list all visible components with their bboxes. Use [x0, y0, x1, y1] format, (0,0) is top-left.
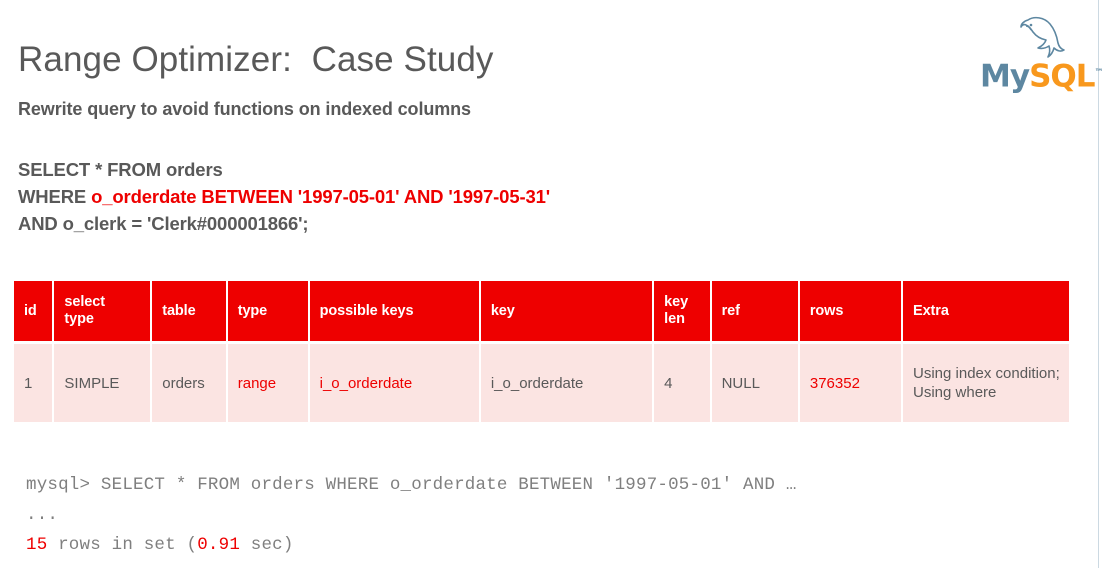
- column-header-rows: rows: [799, 281, 904, 341]
- sql-query-block: SELECT * FROM orders WHERE o_orderdate B…: [18, 156, 550, 237]
- page-subtitle: Rewrite query to avoid functions on inde…: [18, 99, 471, 119]
- page-title: Range Optimizer: Case Study: [18, 40, 494, 79]
- sql-line-2-prefix: WHERE: [18, 186, 92, 207]
- sql-line-1: SELECT * FROM orders: [18, 159, 223, 180]
- cell-key-len: 4: [654, 341, 712, 422]
- column-header-possible-keys: possible keys: [309, 281, 481, 341]
- column-header-key-len: key len: [654, 281, 712, 341]
- column-header-ref: ref: [711, 281, 800, 341]
- column-header-type: type: [227, 281, 310, 341]
- column-header-select-type: select type: [54, 281, 153, 341]
- terminal-result-suffix: sec): [240, 535, 294, 555]
- table-header-row: id select type table type possible keys …: [14, 281, 1069, 341]
- terminal-line-ellipsis: ...: [26, 505, 59, 525]
- dolphin-icon: [1020, 16, 1065, 58]
- cell-extra: Using index condition; Using where: [903, 341, 1069, 422]
- logo-trademark: ™: [1094, 68, 1104, 78]
- explain-output-table: id select type table type possible keys …: [14, 281, 1069, 422]
- column-header-extra: Extra: [903, 281, 1069, 341]
- cell-type: range: [227, 341, 310, 422]
- table-row: 1 SIMPLE orders range i_o_orderdate i_o_…: [14, 341, 1069, 422]
- cell-select-type: SIMPLE: [54, 341, 153, 422]
- mysql-logo: MySQL™: [980, 14, 1104, 93]
- terminal-elapsed-time: 0.91: [197, 535, 241, 555]
- sql-line-2-highlight: o_orderdate BETWEEN '1997-05-01' AND '19…: [91, 186, 550, 207]
- logo-text-sql: SQL: [1029, 58, 1095, 95]
- logo-text-my: My: [980, 58, 1030, 95]
- terminal-result-mid: rows in set (: [47, 535, 198, 555]
- column-header-table: table: [152, 281, 228, 341]
- column-header-key: key: [480, 281, 655, 341]
- slide-canvas: MySQL™ Range Optimizer: Case Study Rewri…: [0, 0, 1120, 568]
- cell-key: i_o_orderdate: [480, 341, 655, 422]
- cell-table: orders: [152, 341, 228, 422]
- cell-ref: NULL: [711, 341, 800, 422]
- terminal-row-count: 15: [26, 535, 48, 555]
- cell-rows: 376352: [799, 341, 904, 422]
- terminal-line-query: mysql> SELECT * FROM orders WHERE o_orde…: [26, 475, 797, 495]
- mysql-wordmark: MySQL™: [980, 56, 1104, 93]
- terminal-output: mysql> SELECT * FROM orders WHERE o_orde…: [26, 470, 797, 560]
- cell-id: 1: [14, 341, 55, 422]
- sql-line-3: AND o_clerk = 'Clerk#000001866';: [18, 213, 309, 234]
- slide-right-border: [1098, 0, 1099, 568]
- cell-possible-keys: i_o_orderdate: [309, 341, 481, 422]
- column-header-id: id: [14, 281, 55, 341]
